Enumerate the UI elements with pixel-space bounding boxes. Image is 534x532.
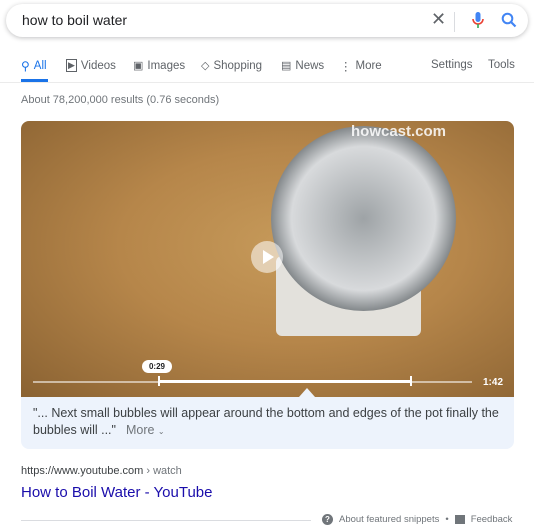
seek-segment (158, 380, 411, 383)
snippet-text: "... Next small bubbles will appear arou… (33, 406, 499, 437)
tab-news[interactable]: ▤ News (281, 59, 325, 73)
snippet-caret (299, 388, 315, 397)
search-box[interactable]: how to boil water ✕ (6, 4, 528, 37)
more-vert-icon: ⋮ (340, 61, 352, 73)
tab-more[interactable]: ⋮ More (340, 59, 382, 73)
tab-label: News (295, 59, 325, 72)
search-icon: ⚲ (21, 59, 30, 73)
divider (0, 82, 534, 83)
tab-videos[interactable]: ▶ Videos (66, 59, 116, 72)
result-stats: About 78,200,000 results (0.76 seconds) (21, 94, 220, 106)
tab-all[interactable]: ⚲ All (21, 59, 47, 73)
more-label: More (125, 423, 155, 437)
settings-link[interactable]: Settings (431, 59, 473, 71)
play-box-icon: ▶ (66, 59, 77, 72)
divider (21, 520, 311, 521)
tab-label: All (33, 60, 47, 72)
microphone-icon[interactable] (472, 12, 484, 29)
video-watermark: howcast.com (351, 123, 447, 140)
tab-label: More (355, 60, 382, 72)
tab-label: Shopping (213, 59, 263, 72)
feedback-icon (454, 515, 465, 524)
search-icon[interactable] (501, 12, 517, 28)
tab-shopping[interactable]: ◇ Shopping (201, 59, 263, 73)
video-player[interactable]: howcast.com 0:29 1:42 (21, 121, 514, 397)
url-breadcrumb: › watch (146, 465, 182, 477)
newspaper-icon: ▤ (281, 60, 292, 72)
about-featured-snippets-link[interactable]: About featured snippets (339, 514, 439, 525)
url-domain: https://www.youtube.com (21, 465, 144, 477)
seek-marker-start[interactable] (158, 376, 160, 386)
tag-icon: ◇ (201, 60, 210, 72)
featured-snippet: "... Next small bubbles will appear arou… (21, 397, 514, 449)
tab-label: Images (147, 59, 186, 72)
current-time-label: 0:29 (142, 360, 172, 373)
video-thumbnail-pan (271, 126, 456, 311)
play-icon[interactable] (251, 241, 283, 273)
more-button[interactable]: More ⌄ (126, 423, 165, 437)
image-icon: ▣ (133, 60, 144, 72)
divider (454, 12, 455, 32)
seek-marker-end[interactable] (410, 376, 412, 386)
duration-label: 1:42 (483, 377, 504, 388)
feedback-link[interactable]: Feedback (471, 514, 513, 525)
result-url: https://www.youtube.com › watch (21, 465, 182, 477)
tab-label: Videos (80, 59, 116, 72)
clear-icon[interactable]: ✕ (431, 9, 446, 30)
tools-link[interactable]: Tools (488, 59, 515, 71)
chevron-down-icon: ⌄ (157, 427, 165, 436)
search-input[interactable]: how to boil water (22, 12, 127, 28)
snippet-footer: ? About featured snippets • Feedback (322, 514, 512, 525)
help-icon: ? (322, 514, 333, 525)
result-title-link[interactable]: How to Boil Water - YouTube (21, 484, 212, 501)
tab-images[interactable]: ▣ Images (133, 59, 186, 73)
separator-dot: • (445, 514, 449, 525)
